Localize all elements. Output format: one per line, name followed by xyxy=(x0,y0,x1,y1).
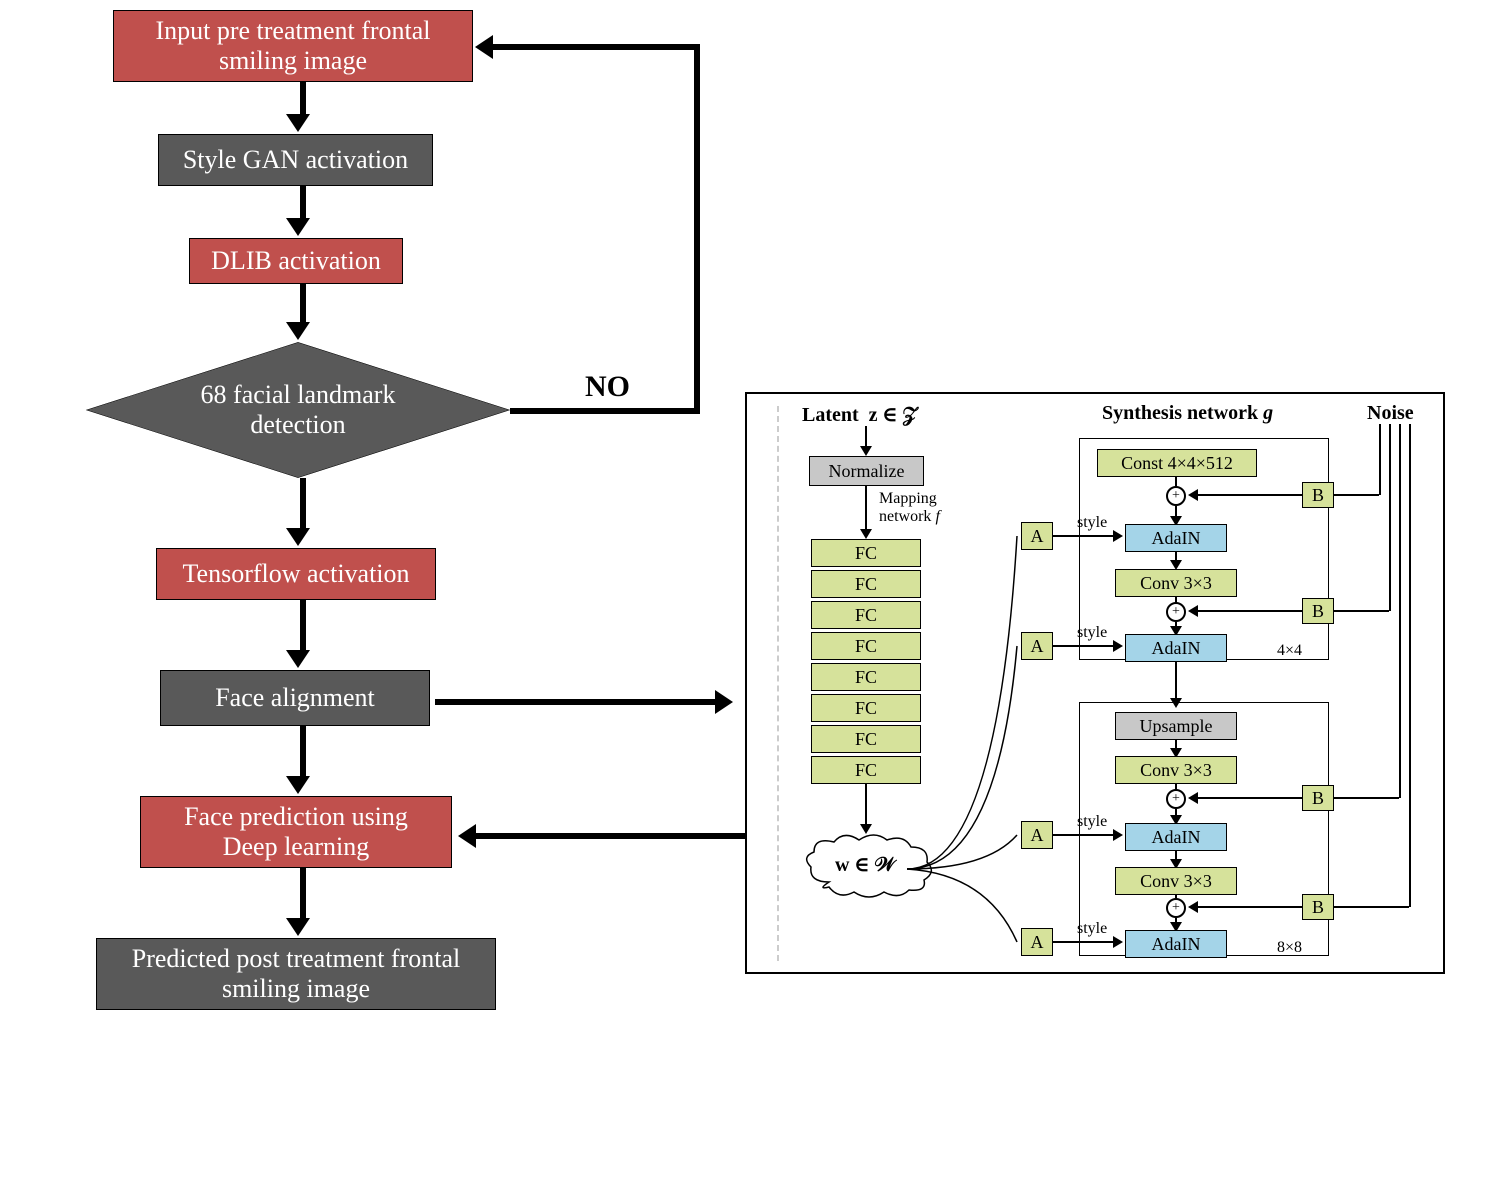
arrow-from-panel xyxy=(458,824,751,848)
b1-line xyxy=(1196,494,1302,496)
b1-head xyxy=(1188,489,1198,501)
fc-w-arrow xyxy=(865,784,867,826)
alignment-box: Face alignment xyxy=(160,670,430,726)
noise-label: Noise xyxy=(1367,402,1414,425)
tensorflow-box: Tensorflow activation xyxy=(156,548,436,600)
dlib-box: DLIB activation xyxy=(189,238,403,284)
a3-line xyxy=(1053,834,1115,836)
arrow-7 xyxy=(295,868,310,936)
noise-v4 xyxy=(1409,424,1411,907)
latent-label: Latent z ∈ 𝒵 xyxy=(802,402,918,427)
arrow-3 xyxy=(295,284,310,340)
style-1: style xyxy=(1077,514,1107,532)
b3-line xyxy=(1196,797,1302,799)
normalize-box: Normalize xyxy=(809,456,924,486)
landmark-decision: 68 facial landmark detection xyxy=(85,342,511,478)
dlib-text: DLIB activation xyxy=(211,246,381,276)
noise-h4 xyxy=(1334,906,1409,908)
w-to-a-curves xyxy=(897,524,1037,954)
b-4: B xyxy=(1302,894,1334,920)
arrow-1 xyxy=(295,82,310,132)
output-box: Predicted post treatment frontal smiling… xyxy=(96,938,496,1010)
latent-arrow xyxy=(865,426,867,448)
b4-head xyxy=(1188,901,1198,913)
no-label: NO xyxy=(585,370,630,404)
stylegan-box: Style GAN activation xyxy=(158,134,433,186)
conv-1: Conv 3×3 xyxy=(1115,569,1237,597)
style-4: style xyxy=(1077,920,1107,938)
output-text: Predicted post treatment frontal smiling… xyxy=(132,944,461,1004)
arrow-5 xyxy=(295,600,310,668)
input-text: Input pre treatment frontal smiling imag… xyxy=(155,16,430,76)
mapping-label: Mapping network f xyxy=(879,490,940,525)
prediction-text: Face prediction using Deep learning xyxy=(184,802,408,862)
arrow-2 xyxy=(295,186,310,236)
stylegan-text: Style GAN activation xyxy=(183,145,408,175)
norm-fc-arrow xyxy=(865,486,867,531)
arrow-to-panel xyxy=(435,690,733,714)
noise-v1 xyxy=(1379,424,1381,495)
plus-3: + xyxy=(1166,789,1186,809)
prediction-box: Face prediction using Deep learning xyxy=(140,796,452,868)
a1-line xyxy=(1053,535,1115,537)
adain-1: AdaIN xyxy=(1125,524,1227,552)
const-box: Const 4×4×512 xyxy=(1097,449,1257,477)
a4-line xyxy=(1053,941,1115,943)
a2-head xyxy=(1113,640,1123,652)
b2-head xyxy=(1188,605,1198,617)
a4-head xyxy=(1113,936,1123,948)
w-label: w ∈ 𝒲 xyxy=(835,852,895,877)
size-4x4-label: 4×4 xyxy=(1277,642,1302,660)
network-panel: Latent z ∈ 𝒵 Synthesis network g Noise N… xyxy=(745,392,1445,974)
synthesis-label: Synthesis network g xyxy=(1102,402,1273,425)
b-1: B xyxy=(1302,482,1334,508)
b-2: B xyxy=(1302,598,1334,624)
noise-v2 xyxy=(1389,424,1391,611)
adain-2: AdaIN xyxy=(1125,634,1227,662)
latent-arrow-head xyxy=(860,446,872,456)
arrow-4 xyxy=(295,478,310,546)
group-connect xyxy=(1175,662,1177,700)
style-2: style xyxy=(1077,624,1107,642)
b4-line xyxy=(1196,906,1302,908)
style-3: style xyxy=(1077,813,1107,831)
plus-1: + xyxy=(1166,486,1186,506)
input-box: Input pre treatment frontal smiling imag… xyxy=(113,10,473,82)
b2-line xyxy=(1196,610,1302,612)
alignment-text: Face alignment xyxy=(215,683,375,713)
plus-2: + xyxy=(1166,602,1186,622)
noise-v3 xyxy=(1399,424,1401,798)
norm-fc-arrow-head xyxy=(860,529,872,539)
adain-4: AdaIN xyxy=(1125,930,1227,958)
plus-4: + xyxy=(1166,898,1186,918)
upsample-box: Upsample xyxy=(1115,712,1237,740)
noise-h1 xyxy=(1334,494,1379,496)
landmark-text: 68 facial landmark detection xyxy=(201,380,396,440)
b3-head xyxy=(1188,792,1198,804)
noise-h3 xyxy=(1334,797,1399,799)
conv-3: Conv 3×3 xyxy=(1115,867,1237,895)
conv-2: Conv 3×3 xyxy=(1115,756,1237,784)
noise-h2 xyxy=(1334,610,1389,612)
adain-3: AdaIN xyxy=(1125,823,1227,851)
a3-head xyxy=(1113,829,1123,841)
size-8x8-label: 8×8 xyxy=(1277,939,1302,957)
a1-head xyxy=(1113,530,1123,542)
arrow-6 xyxy=(295,726,310,794)
tensorflow-text: Tensorflow activation xyxy=(182,559,409,589)
b-3: B xyxy=(1302,785,1334,811)
a2-line xyxy=(1053,645,1115,647)
dashed-divider xyxy=(777,406,779,961)
